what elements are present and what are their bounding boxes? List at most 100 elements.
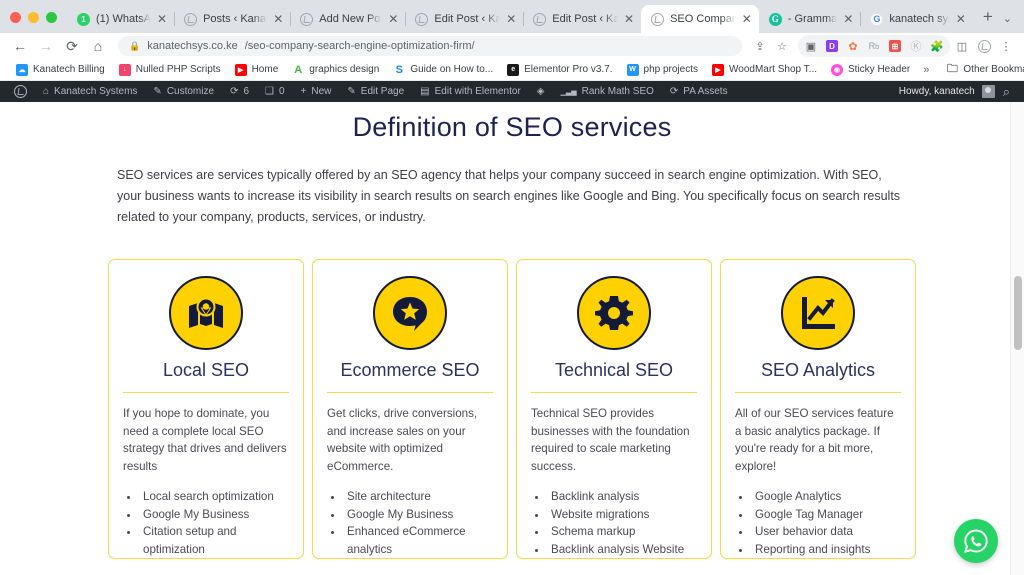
close-tab-icon[interactable]: ✕ bbox=[157, 13, 167, 25]
close-tab-icon[interactable]: ✕ bbox=[624, 13, 634, 25]
wordpress-icon bbox=[533, 12, 547, 26]
dashlane-extension-icon[interactable]: D bbox=[822, 36, 842, 56]
rb-extension-icon[interactable]: Rb bbox=[864, 36, 884, 56]
browser-tab-seo-company[interactable]: SEO Company | ✕ bbox=[641, 5, 759, 33]
close-tab-icon[interactable]: ✕ bbox=[273, 13, 283, 25]
admin-bar-diamond[interactable]: ◈ bbox=[529, 86, 553, 97]
reload-icon[interactable]: ⟳ bbox=[60, 35, 84, 57]
chart-growth-icon-svg bbox=[802, 297, 835, 329]
profile-icon[interactable] bbox=[974, 36, 994, 56]
list-item: Website migrations bbox=[548, 506, 697, 524]
admin-bar-comments[interactable]: ❑ 0 bbox=[257, 86, 293, 97]
list-item: Schema markup bbox=[548, 523, 697, 541]
bookmark-graphics-design[interactable]: A graphics design bbox=[285, 64, 386, 76]
home-icon[interactable]: ⌂ bbox=[86, 35, 110, 57]
browser-tab-add-new-post[interactable]: Add New Post ‹ ✕ bbox=[290, 5, 405, 33]
browser-tab-kanatech-system[interactable]: G kanatech syste ✕ bbox=[860, 5, 972, 33]
rankmath-icon: ▁▃▅ bbox=[560, 88, 577, 96]
service-card-seo-analytics[interactable]: SEO Analytics All of our SEO services fe… bbox=[720, 259, 916, 559]
bookmark-nulled-php-scripts[interactable]: ↓ Nulled PHP Scripts bbox=[112, 63, 228, 76]
tab-label: - Grammarly bbox=[787, 13, 838, 25]
minimize-window-button[interactable] bbox=[28, 12, 39, 23]
card-bullet-list: Local search optimization Google My Busi… bbox=[140, 488, 289, 558]
bookmark-guide-on-how-to[interactable]: S Guide on How to... bbox=[386, 64, 500, 76]
tab-label: Posts ‹ Kanatec bbox=[203, 13, 267, 25]
toolbar-icons: ⇪ ☆ ▣ D ✿ Rb ⊞ Ⓚ 🧩 ◫ ⋮ bbox=[750, 35, 1016, 57]
bookmark-php-projects[interactable]: W php projects bbox=[620, 63, 705, 76]
wordpress-admin-bar: ⌂ Kanatech Systems ✎ Customize ⟳ 6 ❑ 0 +… bbox=[0, 81, 1024, 102]
close-tab-icon[interactable]: ✕ bbox=[388, 13, 398, 25]
service-card-ecommerce-seo[interactable]: Ecommerce SEO Get clicks, drive conversi… bbox=[312, 259, 508, 559]
bookmarks-overflow-icon[interactable]: » bbox=[917, 64, 935, 76]
wordpress-logo-icon[interactable] bbox=[6, 85, 35, 98]
puzzle-extensions-icon[interactable]: 🧩 bbox=[927, 36, 947, 56]
bookmark-woodmart-shop[interactable]: ▶ WoodMart Shop T... bbox=[705, 63, 824, 76]
close-tab-icon[interactable]: ✕ bbox=[506, 13, 516, 25]
screenshot-camera-icon[interactable]: ▣ bbox=[801, 36, 821, 56]
sidebar-icon[interactable]: ◫ bbox=[952, 36, 972, 56]
bookmark-label: WoodMart Shop T... bbox=[729, 64, 818, 75]
forward-icon[interactable]: → bbox=[34, 35, 58, 57]
close-tab-icon[interactable]: ✕ bbox=[742, 13, 752, 25]
honey-extension-icon[interactable]: ✿ bbox=[843, 36, 863, 56]
admin-bar-edit-with-elementor[interactable]: ▤ Edit with Elementor bbox=[412, 86, 529, 97]
window-controls[interactable] bbox=[8, 12, 67, 33]
close-tab-icon[interactable]: ✕ bbox=[843, 13, 853, 25]
browser-tab-grammarly[interactable]: G - Grammarly ✕ bbox=[759, 5, 861, 33]
close-tab-icon[interactable]: ✕ bbox=[956, 13, 966, 25]
admin-bar-new[interactable]: + New bbox=[293, 86, 340, 97]
chart-growth-icon bbox=[781, 276, 855, 350]
map-pin-icon-svg bbox=[189, 297, 223, 328]
list-item: Reporting and insights bbox=[752, 541, 901, 559]
bookmark-kanatech-billing[interactable]: ☁ Kanatech Billing bbox=[9, 63, 112, 76]
k-extension-icon[interactable]: Ⓚ bbox=[906, 36, 926, 56]
share-icon[interactable]: ⇪ bbox=[750, 36, 770, 56]
service-card-local-seo[interactable]: Local SEO If you hope to dominate, you n… bbox=[108, 259, 304, 559]
bookmark-label: Elementor Pro v3.7. bbox=[524, 64, 613, 75]
bookmark-star-icon[interactable]: ☆ bbox=[772, 36, 792, 56]
admin-bar-account[interactable]: Howdy, kanatech ⌕ bbox=[899, 84, 1018, 100]
admin-bar-howdy: Howdy, kanatech bbox=[898, 86, 975, 97]
scrollbar-thumb[interactable] bbox=[1014, 276, 1022, 350]
bookmark-home[interactable]: ▶ Home bbox=[228, 63, 286, 76]
card-icon-wrap bbox=[531, 276, 697, 350]
card-divider bbox=[735, 392, 901, 393]
wordpress-icon bbox=[651, 12, 665, 26]
address-bar[interactable]: 🔒 kanatechsys.co.ke/seo-company-search-e… bbox=[118, 36, 742, 56]
close-window-button[interactable] bbox=[10, 12, 21, 23]
admin-bar-site-name[interactable]: ⌂ Kanatech Systems bbox=[35, 86, 145, 97]
admin-bar-customize[interactable]: ✎ Customize bbox=[145, 86, 222, 97]
browser-tab-edit-post-1[interactable]: Edit Post ‹ Kana ✕ bbox=[405, 5, 523, 33]
new-tab-button[interactable]: + bbox=[973, 7, 1003, 33]
bookmark-sticky-header[interactable]: ◉ Sticky Header bbox=[824, 63, 917, 76]
admin-bar-rank-math-seo[interactable]: ▁▃▅ Rank Math SEO bbox=[552, 86, 661, 97]
list-item: Site architecture bbox=[344, 488, 493, 506]
browser-tab-whatsapp[interactable]: 1 (1) WhatsApp ✕ bbox=[67, 5, 174, 33]
wordpress-icon bbox=[300, 12, 314, 26]
chrome-menu-icon[interactable]: ⋮ bbox=[996, 36, 1016, 56]
admin-bar-updates[interactable]: ⟳ 6 bbox=[222, 86, 257, 97]
grid-extension-icon[interactable]: ⊞ bbox=[885, 36, 905, 56]
browser-tab-posts[interactable]: Posts ‹ Kanatec ✕ bbox=[174, 5, 290, 33]
card-body: All of our SEO services feature a basic … bbox=[735, 407, 894, 473]
search-icon[interactable]: ⌕ bbox=[995, 84, 1018, 100]
service-card-technical-seo[interactable]: Technical SEO Technical SEO provides bus… bbox=[516, 259, 712, 559]
bookmark-label: Sticky Header bbox=[848, 64, 911, 75]
page-scrollbar[interactable] bbox=[1010, 102, 1024, 575]
list-item: Citation setup and optimization bbox=[140, 523, 289, 558]
admin-bar-pa-assets[interactable]: ⟳ PA Assets bbox=[662, 86, 736, 97]
bookmark-label: Other Bookmarks bbox=[963, 64, 1024, 75]
tab-search-chevron-down-icon[interactable]: ⌄ bbox=[1003, 12, 1024, 33]
whatsapp-chat-icon[interactable] bbox=[954, 519, 998, 563]
folder-icon: 🗀 bbox=[946, 63, 958, 75]
bookmarks-bar: ☁ Kanatech Billing ↓ Nulled PHP Scripts … bbox=[0, 59, 1024, 81]
bookmark-other-bookmarks[interactable]: 🗀 Other Bookmarks bbox=[939, 63, 1024, 76]
browser-tab-edit-post-2[interactable]: Edit Post ‹ Kana ✕ bbox=[523, 5, 641, 33]
updates-icon: ⟳ bbox=[230, 86, 239, 97]
bookmark-elementor-pro[interactable]: e Elementor Pro v3.7. bbox=[500, 63, 619, 76]
back-icon[interactable]: ← bbox=[8, 35, 32, 57]
admin-bar-edit-page[interactable]: ✎ Edit Page bbox=[339, 86, 412, 97]
tab-label: SEO Company | bbox=[670, 13, 736, 25]
google-icon: G bbox=[870, 12, 884, 26]
maximize-window-button[interactable] bbox=[46, 12, 57, 23]
